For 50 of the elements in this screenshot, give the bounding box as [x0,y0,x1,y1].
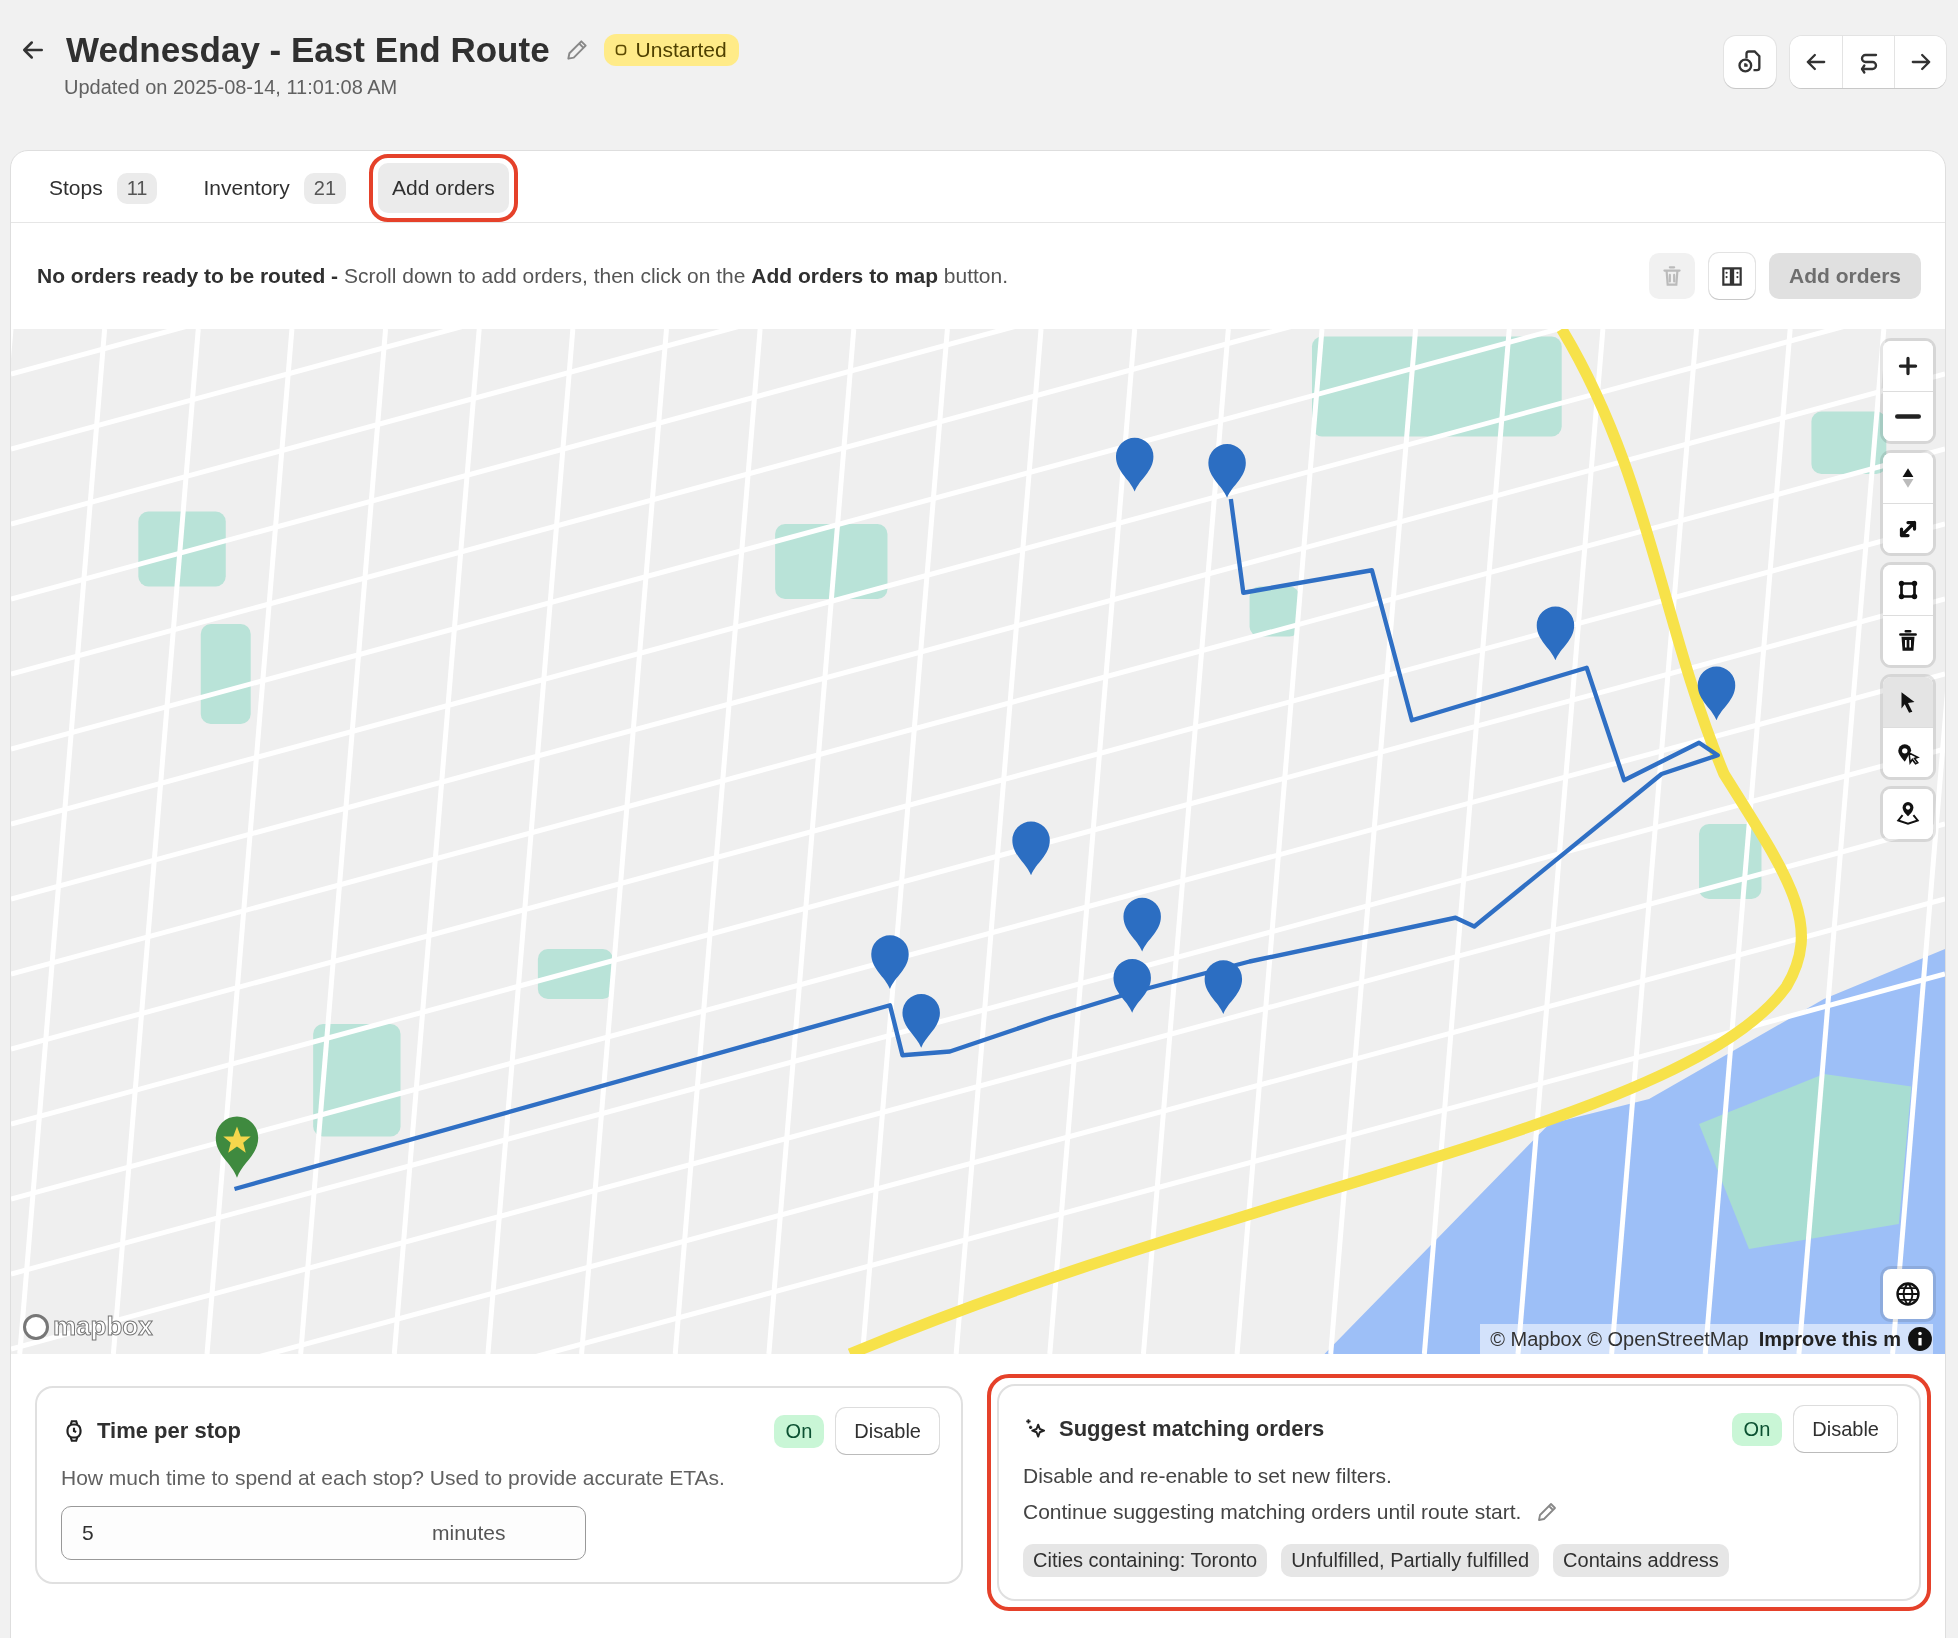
timeline-button[interactable] [1724,36,1776,88]
map-pin-icon[interactable] [1697,666,1736,721]
status-badge: On [1731,1412,1783,1446]
disable-button[interactable]: Disable [1794,1406,1897,1452]
minutes-input[interactable]: 5 minutes [61,1506,586,1560]
attribution-text: © Mapbox © OpenStreetMap [1490,1327,1749,1351]
map-pin-icon[interactable] [1208,444,1246,498]
tab[interactable]: Inventory 21 [189,163,361,213]
tab[interactable]: Stops 11 [35,163,172,213]
map-pin-icon[interactable] [1115,437,1154,492]
count-badge: 21 [303,172,347,204]
logo-text: mapbox [53,1311,153,1342]
notice-text: No orders ready to be routed - Scroll down to add orders, then click on the Add orders to map button. [37,264,1009,288]
map-pin-icon[interactable] [1113,959,1151,1013]
guide-button[interactable] [1709,253,1755,299]
count-badge: 11 [116,172,158,204]
disable-button[interactable]: Disable [836,1408,939,1454]
description-text: How much time to spend at each stop? Used to provide accurate ETAs. [61,1466,725,1490]
start-pin-icon[interactable] [215,1116,259,1178]
fullscreen-button[interactable] [1883,503,1933,553]
card-title: Suggest matching orders [1059,1416,1325,1442]
info-button[interactable] [1907,1326,1933,1352]
zoom-out-button[interactable] [1883,391,1933,441]
trash-button[interactable] [1883,615,1933,665]
forward-button[interactable] [1894,36,1946,88]
pin-select-button[interactable] [1883,727,1933,777]
globe-icon [1894,1280,1922,1308]
map-pin-icon[interactable] [902,994,940,1048]
map-pin-icon[interactable] [1012,821,1050,876]
minus-icon [1895,414,1921,419]
map-pin-icon[interactable] [871,935,909,989]
map-pin-icon[interactable] [1204,960,1243,1014]
map-pin-icon [1895,801,1921,827]
globe-button[interactable] [1883,1269,1933,1319]
description-text: Continue suggesting matching orders until route start. [1023,1500,1522,1524]
map-pin-icon[interactable] [1123,897,1161,952]
card-title: Time per stop [97,1418,241,1444]
pointer-button[interactable] [1883,677,1933,727]
status-label: Unstarted [635,38,727,62]
description-text: Disable and re-enable to set new filters. [1023,1464,1392,1488]
improve-map-link[interactable]: Improve this m [1758,1327,1901,1351]
info-icon [1907,1326,1933,1352]
filter-tag: Unfulfilled, Partially fulfilled [1281,1544,1540,1577]
map-pin-icon[interactable] [1536,606,1575,661]
filter-tag: Cities containing: Toronto [1023,1544,1268,1577]
pin-map-button[interactable] [1883,789,1933,839]
status-badge: On [773,1414,825,1448]
filter-tag: Contains address [1553,1544,1729,1577]
updated-timestamp: Updated on 2025-08-14, 11:01:08 AM [64,76,399,99]
page-title: Wednesday - East End Route [66,30,550,70]
